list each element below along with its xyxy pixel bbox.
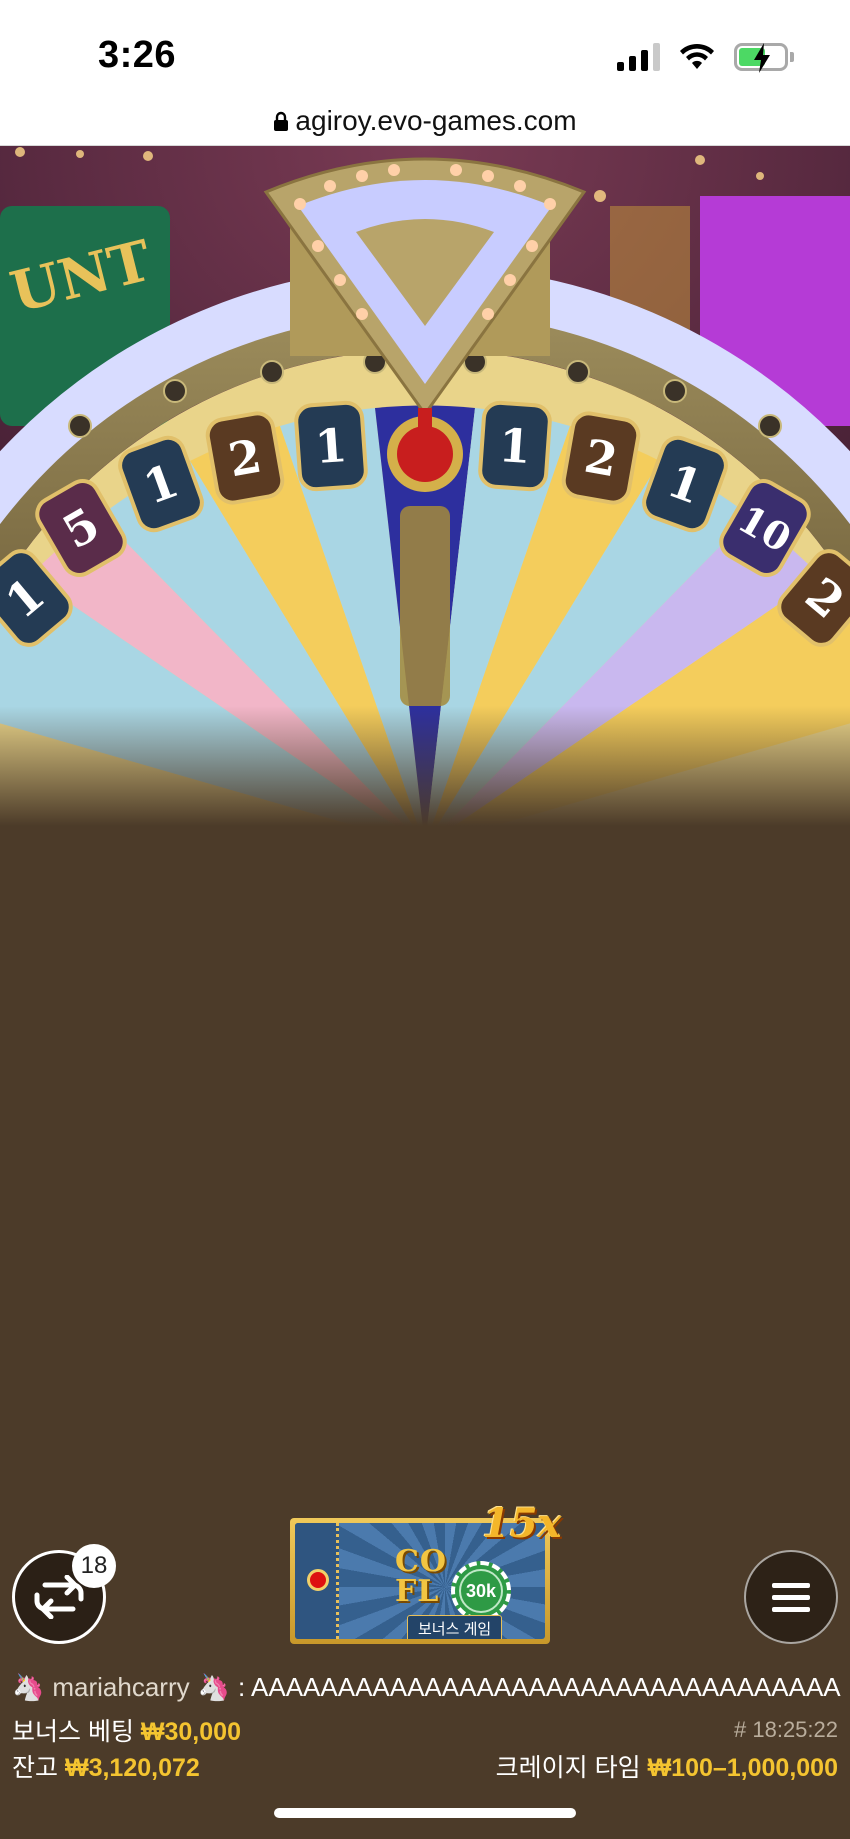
home-indicator[interactable] bbox=[274, 1808, 576, 1818]
chip-icon: 30k bbox=[451, 1561, 511, 1621]
chip-value: 30k bbox=[459, 1569, 503, 1613]
replay-count-badge: 18 bbox=[72, 1544, 116, 1588]
ticket-stub bbox=[295, 1523, 339, 1639]
round-id: # 18:25:22 bbox=[734, 1717, 838, 1742]
balance-label: 잔고 bbox=[12, 1754, 59, 1782]
balance-row: 잔고 ₩3,120,072 크레이지 타임 ₩100–1,000,000 bbox=[12, 1748, 838, 1784]
address-bar[interactable]: agiroy.evo-games.com bbox=[0, 96, 850, 146]
ticket-title: CO FL bbox=[395, 1544, 448, 1609]
chat-username: mariahcarry bbox=[52, 1672, 190, 1702]
bet-limits: ₩100–1,000,000 bbox=[647, 1754, 838, 1782]
unicorn-icon: 🦄 bbox=[12, 1672, 45, 1702]
status-icons bbox=[617, 40, 794, 74]
ticket-subtitle: 보너스 게임 bbox=[407, 1615, 503, 1639]
svg-text:1: 1 bbox=[313, 418, 349, 474]
chat-message: 🦄 mariahcarry 🦄 : AAAAAAAAAAAAAAAAAAAAAA… bbox=[12, 1672, 850, 1703]
svg-text:1: 1 bbox=[497, 418, 533, 474]
bonus-bet-amount: ₩30,000 bbox=[140, 1718, 241, 1746]
bonus-bet-label: 보너스 베팅 bbox=[12, 1718, 134, 1746]
live-video-wheel: UNT 1 5 1 2 1 1 2 1 10 2 bbox=[0, 146, 850, 826]
menu-button[interactable] bbox=[744, 1550, 838, 1644]
table-name: 크레이지 타임 bbox=[495, 1754, 641, 1782]
cellular-signal-icon bbox=[617, 43, 660, 71]
unicorn-icon: 🦄 bbox=[197, 1672, 230, 1702]
segment-plaque: 1 bbox=[294, 400, 368, 492]
battery-charging-icon bbox=[734, 43, 794, 73]
replay-icon bbox=[34, 1575, 84, 1619]
hamburger-icon bbox=[772, 1582, 810, 1588]
bonus-bet-row: 보너스 베팅 ₩30,000 # 18:25:22 bbox=[12, 1712, 838, 1748]
segment-plaque: 2 bbox=[561, 411, 641, 505]
status-time: 3:26 bbox=[98, 34, 177, 76]
segment-plaque: 2 bbox=[205, 411, 285, 505]
chat-text: : AAAAAAAAAAAAAAAAAAAAAAAAAAAAAAAAAA bbox=[238, 1672, 841, 1702]
balance-amount: ₩3,120,072 bbox=[64, 1754, 200, 1782]
status-bar: 3:26 bbox=[0, 0, 850, 104]
bonus-multiplier: 15x bbox=[482, 1500, 562, 1547]
wifi-icon bbox=[680, 43, 714, 69]
url-text: agiroy.evo-games.com bbox=[295, 104, 577, 136]
lock-icon bbox=[274, 111, 289, 131]
segment-plaque: 1 bbox=[478, 400, 552, 492]
